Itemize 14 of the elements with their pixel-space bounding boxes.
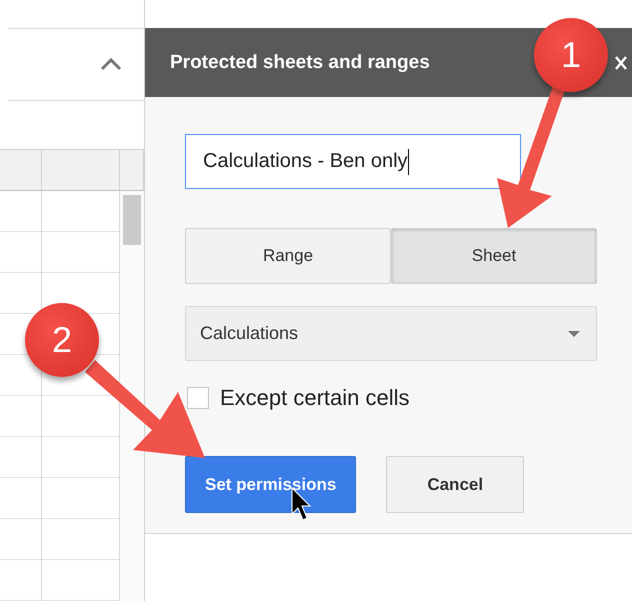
scope-toggle-button[interactable]: Range [185,228,391,284]
set-permissions-button[interactable]: Set permissions [185,456,356,513]
scrollbar-thumb[interactable] [123,195,141,245]
scope-toggle-button[interactable]: Sheet [391,228,597,284]
cancel-button[interactable]: Cancel [386,456,524,513]
checkbox[interactable] [187,387,209,409]
name-field[interactable]: Calculations - Ben only [185,134,521,189]
panel-title: Protected sheets and ranges [170,52,430,74]
step-badge: 2 [25,303,99,377]
dropdown-arrow-icon [568,330,580,336]
chevron-up-icon[interactable] [100,58,122,71]
sheet-dropdown[interactable]: Calculations [185,306,597,361]
checkbox-label: Except certain cells [220,385,410,411]
close-icon[interactable] [614,54,628,70]
